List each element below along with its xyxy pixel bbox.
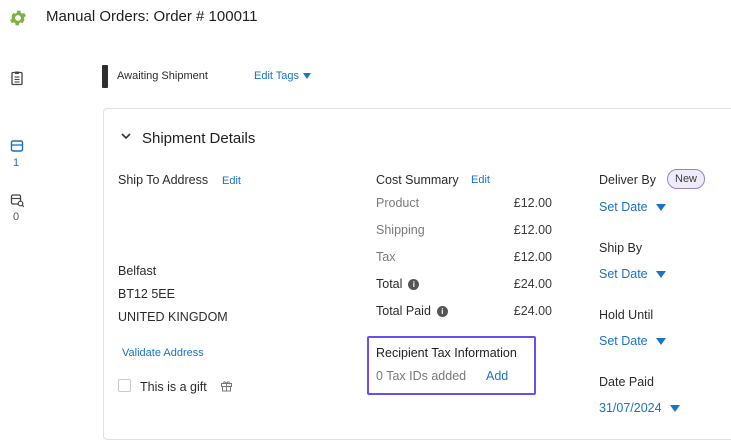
tax-ids-summary: 0 Tax IDs added xyxy=(376,369,467,383)
edit-tags-dropdown[interactable]: Edit Tags xyxy=(254,70,312,82)
tax-info-title: Recipient Tax Information xyxy=(376,346,517,360)
page-title: Manual Orders: Order # 100011 xyxy=(46,8,258,25)
info-icon[interactable]: i xyxy=(408,279,420,291)
ship-by-value: Set Date xyxy=(599,267,648,281)
chevron-down-icon[interactable] xyxy=(120,130,132,142)
cost-row-label: Tax xyxy=(376,250,396,264)
ship-by-label: Ship By xyxy=(599,241,643,255)
address-country: UNITED KINGDOM xyxy=(118,310,228,324)
hold-until-date-picker[interactable]: Set Date xyxy=(599,334,666,348)
cost-row-value: £12.00 xyxy=(513,250,552,264)
tax-info-highlight xyxy=(367,336,536,395)
ship-to-label: Ship To Address xyxy=(118,173,209,187)
gear-icon[interactable] xyxy=(8,8,28,28)
deliver-by-date-picker[interactable]: Set Date xyxy=(599,200,666,214)
cost-row-value: £24.00 xyxy=(513,304,552,318)
cost-row-value: £12.00 xyxy=(513,223,552,237)
hold-until-value: Set Date xyxy=(599,334,648,348)
cost-row-label: Total Paid xyxy=(376,304,431,318)
status-indicator xyxy=(102,65,108,88)
total-paid-row: Total Paid i xyxy=(376,304,448,318)
package-count: 1 xyxy=(13,157,20,169)
date-paid-label: Date Paid xyxy=(599,375,654,389)
add-tax-id-link[interactable]: Add xyxy=(486,369,508,383)
edit-tags-label: Edit Tags xyxy=(254,70,300,82)
ship-by-date-picker[interactable]: Set Date xyxy=(599,267,666,281)
caret-down-icon xyxy=(655,338,666,346)
info-icon[interactable]: i xyxy=(436,306,448,318)
package-search-icon[interactable] xyxy=(9,192,25,208)
status-label: Awaiting Shipment xyxy=(117,70,208,82)
total-row: Total i xyxy=(376,277,420,291)
gift-checkbox[interactable] xyxy=(118,379,131,392)
caret-down-icon xyxy=(669,405,680,413)
caret-down-icon xyxy=(303,73,312,80)
package-icon[interactable] xyxy=(9,138,25,154)
cost-row-label: Product xyxy=(376,196,420,210)
validate-address-link[interactable]: Validate Address xyxy=(122,347,204,359)
address-postcode: BT12 5EE xyxy=(118,287,175,301)
deliver-by-label: Deliver By xyxy=(599,173,656,187)
caret-down-icon xyxy=(655,271,666,279)
cost-row-label: Total xyxy=(376,277,403,291)
cost-summary-edit-link[interactable]: Edit xyxy=(471,174,490,186)
date-paid-value: 31/07/2024 xyxy=(599,401,662,415)
hold-until-label: Hold Until xyxy=(599,308,654,322)
cost-row-value: £24.00 xyxy=(513,277,552,291)
date-paid-date-picker[interactable]: 31/07/2024 xyxy=(599,401,680,415)
cost-summary-label: Cost Summary xyxy=(376,173,459,187)
gift-label: This is a gift xyxy=(140,380,207,394)
ship-to-edit-link[interactable]: Edit xyxy=(222,175,241,187)
section-title: Shipment Details xyxy=(142,130,256,147)
address-city: Belfast xyxy=(118,264,157,278)
new-badge: New xyxy=(667,169,706,189)
clipboard-icon[interactable] xyxy=(9,70,25,86)
caret-down-icon xyxy=(655,204,666,212)
cost-row-label: Shipping xyxy=(376,223,425,237)
cost-row-value: £12.00 xyxy=(513,196,552,210)
package-search-count: 0 xyxy=(13,211,20,223)
deliver-by-value: Set Date xyxy=(599,200,648,214)
gift-icon xyxy=(221,381,232,392)
